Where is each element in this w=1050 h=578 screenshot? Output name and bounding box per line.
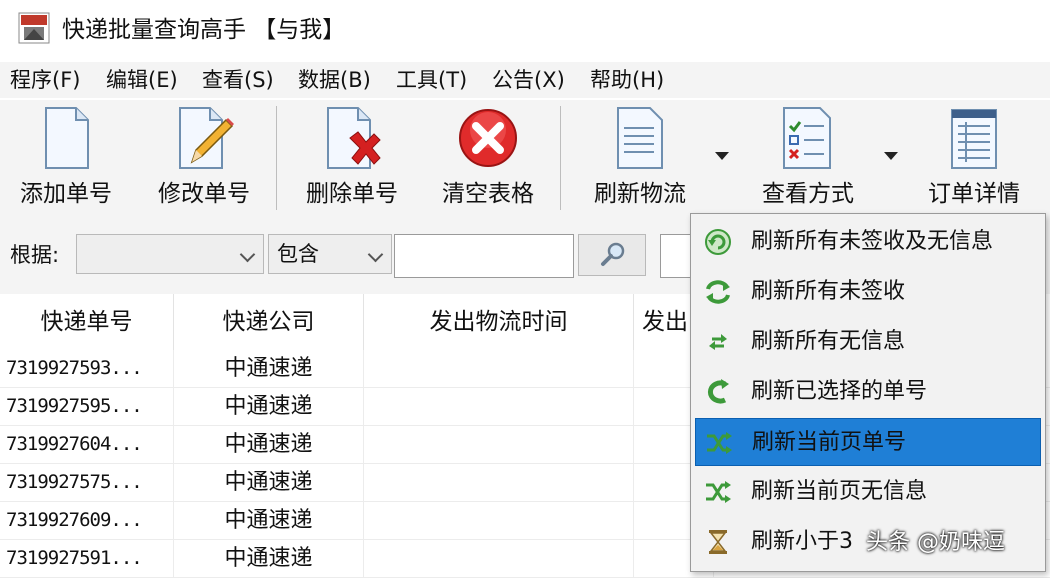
refresh-all-icon [705,229,731,255]
tracking-number-cell: 7319927575... [0,464,174,501]
refresh-logistics-label: 刷新物流 [594,181,686,207]
company-cell: 中通速递 [174,464,364,501]
chevron-down-icon [367,246,384,263]
search-input[interactable] [394,234,574,278]
delete-document-icon [327,107,381,169]
clear-table-button[interactable]: 清空表格 [432,106,544,214]
delete-number-label: 删除单号 [306,181,398,207]
column-header-company[interactable]: 快递公司 [174,294,364,350]
search-button[interactable] [578,234,646,276]
refresh-logistics-button[interactable]: 刷新物流 [582,106,698,214]
menu-item-refresh-no-info[interactable]: 刷新所有无信息 [695,318,1041,366]
menu-item-label: 刷新所有无信息 [751,329,906,354]
view-mode-dropdown-arrow-icon[interactable] [884,152,898,160]
tracking-number-cell: 7319927595... [0,388,174,425]
menu-notice[interactable]: 公告(X) [492,65,565,95]
toolbar: 添加单号 修改单号 删除单号 清空表格 刷新物流 查看方式 订单详情 [0,100,1050,218]
menu-item-label: 刷新所有未签收及无信息 [751,229,994,254]
send-time-cell [364,426,634,463]
company-cell: 中通速递 [174,388,364,425]
list-document-icon [617,107,663,169]
shuffle-icon [706,481,731,503]
menu-item-refresh-current-page-no-info[interactable]: 刷新当前页无信息 [695,468,1041,516]
menu-item-refresh-selected[interactable]: 刷新已选择的单号 [695,368,1041,416]
app-logo-icon [18,12,50,44]
checklist-icon [783,107,831,169]
clear-x-circle-icon [459,109,517,167]
clear-table-label: 清空表格 [442,181,534,207]
window-title: 快递批量查询高手 【与我】 [62,17,346,43]
tracking-number-cell: 7319927609... [0,502,174,539]
menu-item-label: 刷新当前页单号 [752,430,907,455]
refresh-selected-icon [707,379,729,404]
order-detail-label: 订单详情 [928,181,1020,207]
tracking-number-cell: 7319927604... [0,426,174,463]
watermark-text: 头条 @奶味逗 [866,530,1005,555]
field-select[interactable] [76,234,264,274]
order-detail-button[interactable]: 订单详情 [918,106,1030,214]
refresh-dropdown-arrow-icon[interactable] [715,152,729,160]
send-time-cell [364,350,634,387]
edit-number-button[interactable]: 修改单号 [148,106,260,214]
send-time-cell [364,388,634,425]
title-bar: 快递批量查询高手 【与我】 [0,0,1050,60]
search-icon [601,242,625,266]
shuffle-icon [707,432,732,454]
menu-item-label: 刷新当前页无信息 [751,479,928,504]
tracking-number-cell: 7319927591... [0,540,174,577]
view-mode-button[interactable]: 查看方式 [752,106,864,214]
menu-item-label: 刷新已选择的单号 [751,379,928,404]
document-icon [45,107,89,169]
menu-item-refresh-unsigned-and-no-info[interactable]: 刷新所有未签收及无信息 [695,218,1041,266]
refresh-dropdown-menu: 刷新所有未签收及无信息 刷新所有未签收 刷新所有无信息 刷新已选择的单号 刷新当… [690,213,1046,572]
send-time-cell [364,464,634,501]
column-header-send-time[interactable]: 发出物流时间 [364,294,634,350]
add-number-button[interactable]: 添加单号 [10,106,122,214]
match-select[interactable]: 包含 [268,234,392,274]
view-mode-label: 查看方式 [762,181,854,207]
send-time-cell [364,540,634,577]
menu-data[interactable]: 数据(B) [298,65,371,95]
menu-item-refresh-current-page[interactable]: 刷新当前页单号 [695,418,1041,466]
toolbar-separator [276,106,277,210]
filter-label: 根据: [10,243,60,267]
menu-item-label: 刷新小于3 [751,529,853,554]
hourglass-icon [709,530,727,554]
menu-bar: 程序(F) 编辑(E) 查看(S) 数据(B) 工具(T) 公告(X) 帮助(H… [0,62,1050,98]
send-time-cell [364,502,634,539]
menu-view[interactable]: 查看(S) [202,65,274,95]
menu-tools[interactable]: 工具(T) [396,65,467,95]
chevron-down-icon [239,246,256,263]
add-number-label: 添加单号 [20,181,112,207]
match-select-value: 包含 [277,242,319,266]
menu-program[interactable]: 程序(F) [10,65,80,95]
company-cell: 中通速递 [174,426,364,463]
toolbar-separator [560,106,561,210]
edit-pencil-icon [179,107,234,169]
refresh-small-icon [709,334,727,350]
menu-item-refresh-unsigned[interactable]: 刷新所有未签收 [695,268,1041,316]
delete-number-button[interactable]: 删除单号 [296,106,408,214]
refresh-cycle-icon [706,280,730,304]
company-cell: 中通速递 [174,350,364,387]
menu-edit[interactable]: 编辑(E) [106,65,178,95]
company-cell: 中通速递 [174,540,364,577]
table-document-icon [951,109,997,169]
company-cell: 中通速递 [174,502,364,539]
column-header-number[interactable]: 快递单号 [0,294,174,350]
menu-help[interactable]: 帮助(H) [590,65,664,95]
menu-item-label: 刷新所有未签收 [751,279,906,304]
tracking-number-cell: 7319927593... [0,350,174,387]
edit-number-label: 修改单号 [158,181,250,207]
